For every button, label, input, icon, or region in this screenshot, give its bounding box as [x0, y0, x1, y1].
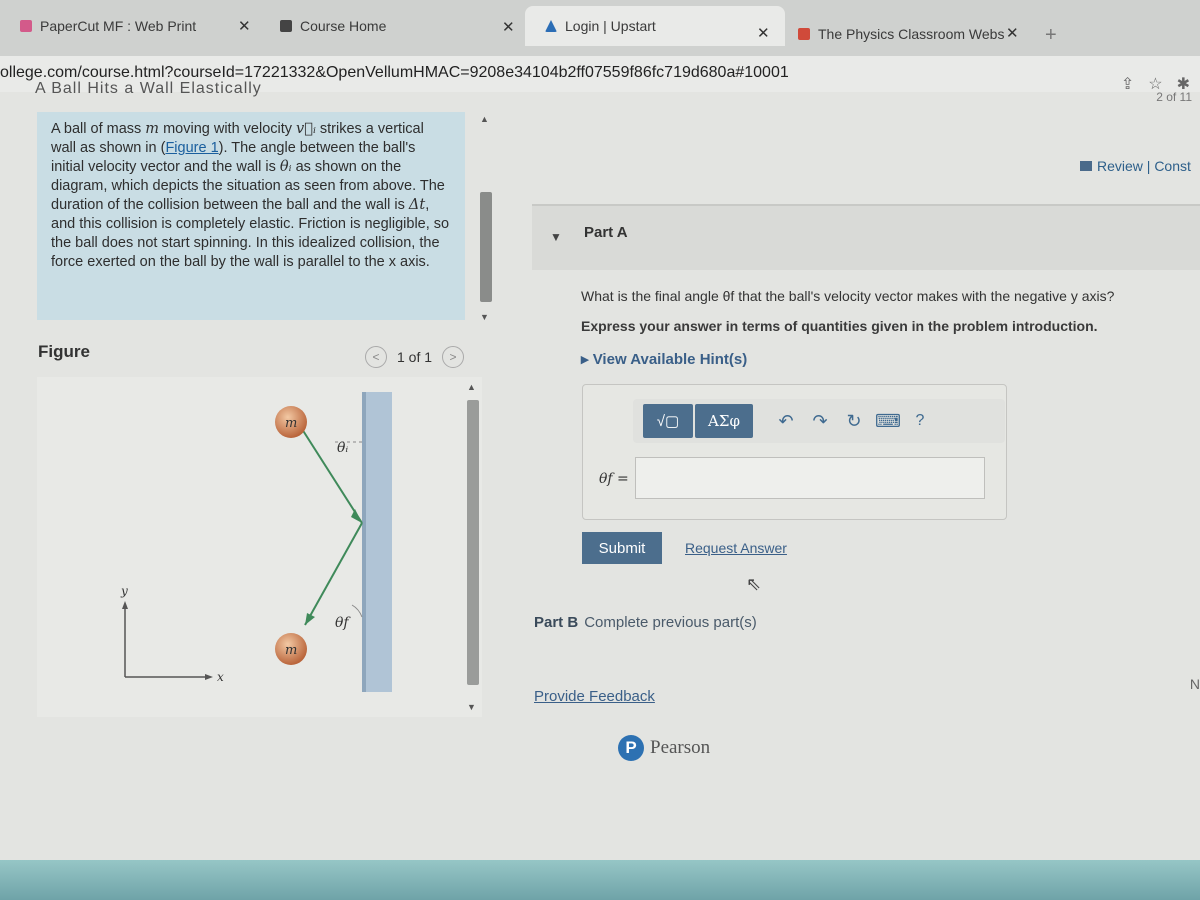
page-icon — [280, 20, 292, 32]
tab-title: PaperCut MF : Web Print — [40, 18, 197, 34]
provide-feedback-link[interactable]: Provide Feedback — [534, 688, 655, 705]
problem-title: A Ball Hits a Wall Elastically — [35, 80, 262, 97]
next-figure-button[interactable]: > — [442, 346, 465, 368]
figure-count: 1 of 1 — [397, 349, 433, 365]
problem-pager: 2 of 11 — [1156, 90, 1192, 104]
templates-button[interactable]: √▢ — [643, 404, 693, 438]
view-hints-link[interactable]: ▸ View Available Hint(s) — [581, 350, 747, 368]
tab-physics-classroom[interactable]: The Physics Classroom Webs ✕ — [798, 14, 1019, 54]
submit-button[interactable]: Submit — [582, 532, 662, 564]
answer-box: √▢ ΑΣφ ↶ ↷ ↻ ⌨ ? θf = — [582, 384, 1007, 520]
upstart-icon — [545, 20, 557, 32]
close-icon[interactable]: ✕ — [1006, 24, 1019, 42]
scroll-down-icon[interactable]: ▼ — [480, 312, 489, 322]
review-constants-link[interactable]: Review | Const — [1080, 158, 1191, 174]
arrowhead-in — [351, 509, 362, 523]
part-a-question: What is the final angle θf that the ball… — [581, 288, 1115, 304]
collision-diagram: m m θᵢ θf y x — [120, 392, 392, 692]
mass-symbol: m — [145, 121, 160, 137]
undo-icon[interactable]: ↶ — [769, 411, 803, 432]
papercut-icon — [20, 20, 32, 32]
arrowhead-out — [305, 613, 315, 625]
part-b-row: Part B Complete previous part(s) — [534, 614, 757, 631]
collapse-caret-icon[interactable]: ▼ — [550, 230, 562, 244]
part-a-title: Part A — [584, 224, 628, 241]
outgoing-trajectory — [304, 522, 363, 626]
angle-arc-f — [351, 604, 363, 618]
review-icon — [1080, 161, 1092, 171]
help-icon[interactable]: ? — [905, 412, 935, 430]
edge-text: N — [1189, 676, 1200, 692]
request-answer-link[interactable]: Request Answer — [685, 540, 787, 556]
x-arrowhead — [205, 674, 213, 680]
physics-classroom-icon — [798, 28, 810, 40]
scrollbar-thumb[interactable] — [480, 192, 492, 302]
close-icon[interactable]: ✕ — [502, 18, 515, 36]
tab-title: Course Home — [300, 18, 387, 34]
theta-f-label: θf — [335, 615, 351, 631]
page-content: A Ball Hits a Wall Elastically 2 of 11 A… — [0, 80, 1200, 900]
browser-tab-strip: PaperCut MF : Web Print ✕ Course Home ✕ … — [0, 0, 1200, 56]
mass-label: m — [285, 416, 297, 431]
tab-upstart[interactable]: Login | Upstart ✕ — [525, 6, 785, 46]
close-icon[interactable]: ✕ — [757, 24, 770, 42]
reset-icon[interactable]: ↻ — [837, 411, 871, 432]
y-axis-label: y — [120, 584, 128, 598]
delta-t-symbol: Δt — [408, 197, 426, 213]
mouse-cursor-icon: ⇖ — [746, 574, 762, 594]
intro-text: moving with velocity — [159, 121, 297, 137]
figure-panel: m m θᵢ θf y x — [37, 377, 482, 717]
answer-input[interactable] — [635, 457, 985, 499]
figure-link[interactable]: Figure 1 — [165, 140, 218, 156]
pearson-icon: P — [618, 735, 644, 761]
figure-scrollbar[interactable]: ▲ ▼ — [465, 382, 479, 717]
scroll-up-icon[interactable]: ▲ — [480, 114, 489, 124]
pearson-text: Pearson — [650, 737, 711, 758]
part-a-header[interactable]: ▼ Part A — [532, 204, 1200, 270]
part-b-status: Complete previous part(s) — [584, 614, 757, 631]
theta-i-symbol: θᵢ — [279, 159, 292, 175]
part-a-instructions: Express your answer in terms of quantiti… — [581, 318, 1098, 334]
share-icon[interactable]: ⇪ — [1121, 74, 1134, 94]
intro-text: A ball of mass — [51, 121, 146, 137]
figure-heading: Figure — [38, 342, 90, 361]
mass-label: m — [285, 643, 297, 658]
tab-course-home[interactable]: Course Home ✕ — [280, 6, 515, 46]
wall-edge — [362, 392, 366, 692]
close-icon[interactable]: ✕ — [238, 17, 251, 35]
theta-i-label: θᵢ — [337, 440, 348, 456]
review-text: Review | Const — [1097, 158, 1191, 174]
new-tab-button[interactable]: + — [1045, 24, 1057, 47]
scrollbar-thumb[interactable] — [467, 400, 479, 685]
intro-scrollbar[interactable]: ▲ ▼ — [478, 114, 492, 324]
tab-title: The Physics Classroom Webs — [818, 26, 1005, 42]
redo-icon[interactable]: ↷ — [803, 411, 837, 432]
y-arrowhead — [122, 601, 128, 609]
math-toolbar: √▢ ΑΣφ ↶ ↷ ↻ ⌨ ? — [633, 399, 1005, 443]
scroll-up-icon[interactable]: ▲ — [467, 382, 476, 392]
keyboard-icon[interactable]: ⌨ — [871, 411, 905, 432]
pearson-logo: P Pearson — [618, 735, 710, 761]
wall — [362, 392, 392, 692]
tab-papercut[interactable]: PaperCut MF : Web Print ✕ — [20, 6, 251, 46]
problem-introduction: A ball of mass m moving with velocity v⃗… — [37, 112, 465, 320]
prev-figure-button[interactable]: < — [365, 346, 387, 368]
incoming-trajectory — [301, 428, 363, 524]
screen-bezel — [0, 860, 1200, 900]
scroll-down-icon[interactable]: ▼ — [467, 702, 476, 712]
greek-symbols-button[interactable]: ΑΣφ — [695, 404, 753, 438]
tab-title: Login | Upstart — [565, 18, 656, 34]
part-b-label: Part B — [534, 614, 579, 631]
figure-pager: < 1 of 1 > — [365, 346, 465, 368]
velocity-symbol: v⃗ᵢ — [296, 121, 316, 137]
answer-label: θf = — [599, 471, 629, 487]
x-axis-label: x — [217, 670, 224, 684]
